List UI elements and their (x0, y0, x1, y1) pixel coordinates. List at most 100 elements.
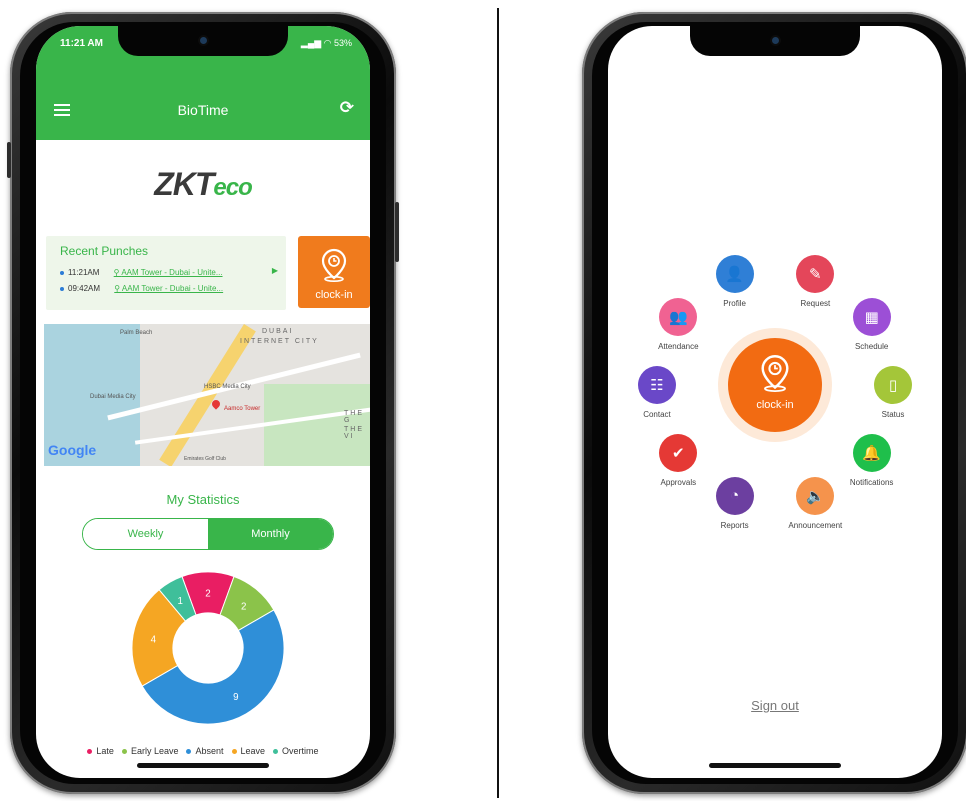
map-label: DUBAI (262, 328, 294, 335)
status-time: 11:21 AM (60, 38, 103, 49)
clock-pin-icon (321, 248, 347, 282)
map-label: Aamco Tower (224, 406, 261, 412)
menu-item-attendance[interactable]: 👥 Attendance (643, 298, 713, 351)
phone-left: 11:21 AM ▂▄▆ ◠ 53% BioTime ⟳ ZKTeco Rece… (7, 12, 399, 794)
menu-item-announcement[interactable]: 🔈 Announcement (780, 476, 850, 530)
home-indicator[interactable] (709, 763, 841, 768)
map-label: Emirates Golf Club (184, 456, 226, 462)
battery-percent: 53% (333, 38, 352, 48)
app-bar: BioTime ⟳ (36, 60, 370, 140)
speaker-icon: 🔈 (796, 476, 835, 515)
bell-icon: 🔔 (852, 433, 891, 472)
punch-row[interactable]: 09:42AM ⚲ AAM Tower - Dubai - Unite... (60, 284, 223, 293)
refresh-icon[interactable]: ⟳ (340, 98, 354, 118)
map-label: INTERNET CITY (240, 338, 319, 345)
legend-label: Leave (240, 746, 266, 756)
donut-value-label: 1 (177, 596, 182, 607)
period-toggle: Weekly Monthly (82, 518, 334, 550)
reports-icon: ◔ (715, 476, 754, 515)
phone-right: clock-in 👤 Profile ✎ Request ▦ Schedule ▯ Statu… (582, 12, 966, 794)
camera (200, 37, 207, 44)
legend-item: Overtime (273, 746, 319, 756)
battery-indicator: ▂▄▆ ◠ 53% (300, 38, 352, 48)
clock-in-label: clock-in (315, 289, 353, 301)
map-park (264, 384, 370, 466)
recent-punches-card[interactable]: Recent Punches 11:21AM ⚲ AAM Tower - Dub… (46, 236, 286, 310)
book-icon: ▯ (874, 366, 912, 404)
donut-value-label: 2 (205, 588, 210, 599)
calendar-icon: ▦ (852, 298, 891, 337)
tab-monthly[interactable]: Monthly (208, 519, 333, 549)
approval-icon: ✔ (659, 433, 698, 472)
notch (690, 26, 860, 56)
menu-item-label: Attendance (658, 342, 699, 352)
clock-in-button[interactable]: clock-in (298, 236, 370, 308)
menu-item-label: Announcement (788, 520, 843, 530)
contact-card-icon: ☷ (638, 366, 676, 404)
clock-in-button[interactable]: clock-in (728, 338, 822, 432)
map-view[interactable]: Palm Beach DUBAI INTERNET CITY Dubai Med… (44, 324, 370, 466)
punch-row[interactable]: 11:21AM ⚲ AAM Tower - Dubai - Unite... (60, 268, 223, 277)
google-logo: Google (48, 442, 97, 458)
donut-value-label: 2 (241, 601, 246, 612)
screen-left: 11:21 AM ▂▄▆ ◠ 53% BioTime ⟳ ZKTeco Rece… (36, 26, 370, 778)
punch-time: 11:21AM (68, 268, 100, 277)
play-arrow-icon[interactable]: ▶ (272, 266, 278, 275)
camera (772, 37, 779, 44)
donut-value-label: 4 (151, 634, 157, 645)
tab-weekly[interactable]: Weekly (83, 519, 208, 549)
legend-item: Late (87, 746, 114, 756)
legend-label: Late (96, 746, 114, 756)
panel-divider (497, 8, 499, 798)
screen-right: clock-in 👤 Profile ✎ Request ▦ Schedule ▯ Statu… (608, 26, 942, 778)
map-label: HSBC Media City (204, 384, 251, 390)
menu-item-label: Reports (720, 520, 749, 530)
side-button (7, 142, 11, 178)
group-icon: 👥 (659, 298, 698, 337)
menu-item-schedule[interactable]: ▦ Schedule (837, 298, 907, 351)
menu-item-status[interactable]: ▯ Status (858, 366, 928, 419)
side-button (395, 202, 399, 262)
menu-item-label: Approvals (660, 477, 697, 487)
menu-item-label: Status (881, 410, 905, 419)
punch-time: 09:42AM (68, 284, 101, 293)
legend-label: Overtime (282, 746, 319, 756)
home-indicator[interactable] (137, 763, 269, 768)
punch-location[interactable]: ⚲ AAM Tower - Dubai - Unite... (114, 284, 223, 293)
legend-swatch (87, 749, 93, 755)
zkteco-logo: ZKTeco (36, 166, 370, 203)
menu-item-label: Contact (643, 410, 671, 419)
menu-item-label: Schedule (854, 342, 889, 352)
map-label: THE VI (344, 426, 364, 440)
legend-swatch (121, 749, 127, 755)
bullet-icon (60, 286, 64, 291)
logo-accent: eco (213, 174, 252, 201)
legend-label: Absent (195, 746, 224, 756)
chart-legend: Late Early Leave Absent Leave Overtime (36, 746, 370, 756)
feature-menu: clock-in 👤 Profile ✎ Request ▦ Schedule ▯ Statu… (608, 26, 942, 778)
map-label: THE G (344, 410, 364, 424)
app-title: BioTime (177, 102, 229, 118)
legend-swatch (186, 749, 192, 755)
menu-item-approvals[interactable]: ✔ Approvals (643, 433, 713, 487)
recent-punches-title: Recent Punches (60, 244, 149, 258)
legend-item: Leave (231, 746, 266, 756)
donut-value-label: 9 (233, 692, 238, 703)
logo-main: ZKT (154, 166, 214, 202)
menu-item-contact[interactable]: ☷ Contact (622, 366, 692, 419)
punch-location[interactable]: ⚲ AAM Tower - Dubai - Unite... (114, 268, 223, 277)
bullet-icon (60, 270, 64, 275)
map-label: Palm Beach (120, 330, 153, 336)
legend-swatch (273, 749, 279, 755)
statistics-title: My Statistics (166, 492, 240, 507)
document-edit-icon: ✎ (796, 255, 835, 294)
map-label: Dubai Media City (90, 394, 136, 400)
person-icon: 👤 (715, 255, 754, 294)
legend-item: Absent (186, 746, 224, 756)
sign-out-link[interactable]: Sign out (608, 698, 942, 713)
clock-pin-icon (761, 355, 789, 392)
legend-label: Early Leave (130, 746, 179, 756)
clock-in-label: clock-in (756, 399, 794, 411)
notch (118, 26, 288, 56)
statistics-donut-chart[interactable]: 2 2 9 4 1 (130, 570, 286, 726)
